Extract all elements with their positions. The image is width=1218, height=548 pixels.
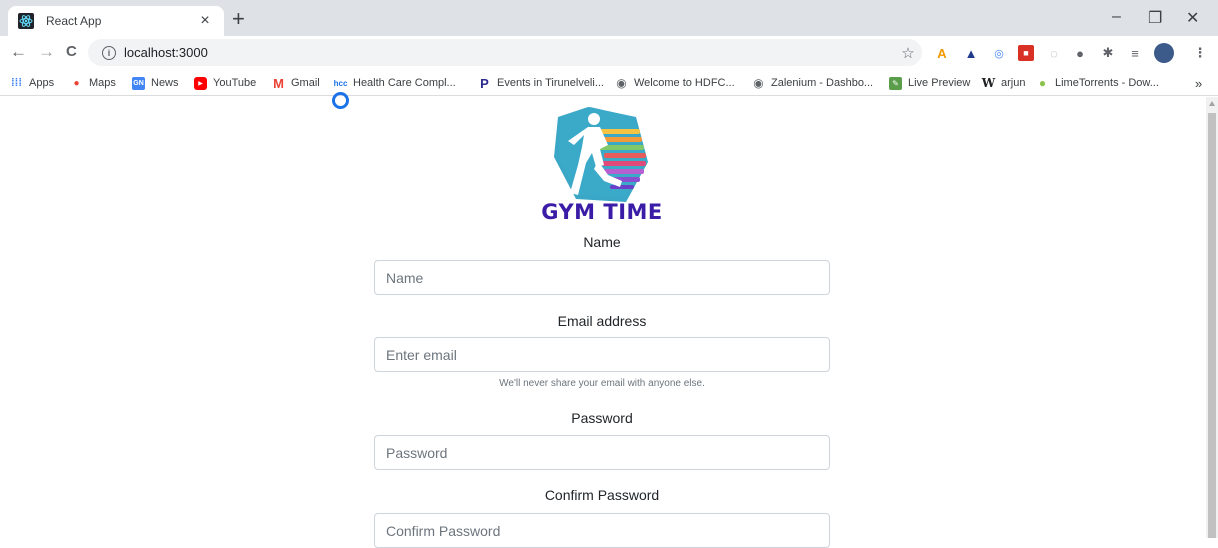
youtube-icon: ▶: [194, 76, 207, 90]
tab-title: React App: [46, 14, 102, 28]
minimize-button[interactable]: –: [1112, 8, 1121, 26]
name-input[interactable]: [374, 260, 830, 295]
scrollbar[interactable]: [1206, 97, 1218, 538]
lime-icon: ●: [1038, 76, 1047, 90]
star-icon[interactable]: ☆: [900, 45, 916, 62]
click-indicator: [332, 92, 349, 109]
bookmark-live-preview[interactable]: ✎ Live Preview: [889, 74, 970, 92]
bookmark-events[interactable]: P Events in Tirunelveli...: [478, 74, 604, 92]
more-bookmarks-button[interactable]: »: [1195, 74, 1202, 92]
url-text: localhost:3000: [124, 45, 208, 60]
name-label: Name: [583, 234, 621, 250]
p-logo-icon: P: [480, 75, 489, 91]
close-window-button[interactable]: ✕: [1186, 8, 1199, 28]
browser-toolbar: ← → C i localhost:3000 ☆ A ▲ ◎ ■ ◌ ● ✱ ≡…: [0, 36, 1218, 69]
bookmark-zalenium[interactable]: ◉ Zalenium - Dashbo...: [752, 74, 873, 92]
apps-grid-icon: ⁞⁞⁞: [11, 77, 22, 89]
logo-text: GYM TIME: [541, 200, 663, 224]
reload-button[interactable]: C: [66, 42, 77, 62]
puzzle-icon[interactable]: ✱: [1100, 45, 1116, 61]
scroll-up-arrow[interactable]: [1209, 101, 1215, 106]
bookmark-limetorrents[interactable]: ● LimeTorrents - Dow...: [1036, 74, 1159, 92]
back-button[interactable]: ←: [10, 42, 27, 62]
email-input[interactable]: [374, 337, 830, 372]
bookmark-youtube[interactable]: ▶ YouTube: [194, 74, 256, 92]
confirm-password-label: Confirm Password: [544, 487, 660, 503]
email-label: Email address: [557, 313, 647, 329]
globe-icon: ◉: [753, 76, 764, 90]
extension-circle-icon[interactable]: ◎: [991, 45, 1007, 61]
media-icon[interactable]: ≡: [1127, 45, 1143, 61]
tab-close-icon[interactable]: ×: [196, 13, 214, 29]
scroll-thumb[interactable]: [1208, 113, 1216, 538]
info-icon[interactable]: i: [102, 45, 116, 60]
password-label: Password: [571, 410, 633, 426]
live-preview-icon: ✎: [889, 76, 902, 90]
extension-red-icon[interactable]: ■: [1018, 45, 1034, 61]
browser-tab[interactable]: React App ×: [8, 6, 224, 36]
restore-button[interactable]: ❐: [1148, 8, 1162, 28]
avatar[interactable]: [1154, 43, 1174, 63]
bookmark-maps[interactable]: ● Maps: [70, 74, 115, 92]
extension-timer-icon[interactable]: ◌: [1046, 45, 1062, 61]
menu-icon[interactable]: ⋮: [1192, 45, 1208, 61]
bookmark-news[interactable]: GN News: [132, 74, 179, 92]
address-bar[interactable]: i localhost:3000: [88, 39, 922, 66]
forward-button[interactable]: →: [38, 42, 55, 62]
email-help-text: We'll never share your email with anyone…: [499, 378, 705, 389]
bookmark-gmail[interactable]: M Gmail: [272, 74, 320, 92]
bookmark-health-care[interactable]: hcc Health Care Compl...: [334, 74, 456, 92]
wikipedia-icon: W: [981, 76, 996, 90]
password-input[interactable]: [374, 435, 830, 470]
extension-drive-icon[interactable]: ▲: [963, 45, 979, 61]
gmail-icon: M: [273, 75, 284, 91]
extension-a-icon[interactable]: A: [934, 45, 950, 61]
health-care-icon: hcc: [333, 78, 348, 88]
tab-bar: React App × + – ❐ ✕: [0, 0, 1218, 36]
bookmark-arjun[interactable]: W arjun: [981, 74, 1026, 92]
new-tab-button[interactable]: +: [232, 6, 245, 32]
react-icon: [18, 13, 34, 29]
extension-download-icon[interactable]: ●: [1072, 45, 1088, 61]
bookmark-hdfc[interactable]: ◉ Welcome to HDFC...: [615, 74, 734, 92]
maps-icon: ●: [73, 77, 80, 89]
bookmarks-bar: ⁞⁞⁞ Apps ● Maps GN News ▶ YouTube M Gmai…: [0, 69, 1218, 96]
news-icon: GN: [132, 76, 145, 90]
globe-icon: ◉: [616, 76, 627, 90]
confirm-password-input[interactable]: [374, 513, 830, 548]
bookmark-apps[interactable]: ⁞⁞⁞ Apps: [10, 74, 54, 92]
